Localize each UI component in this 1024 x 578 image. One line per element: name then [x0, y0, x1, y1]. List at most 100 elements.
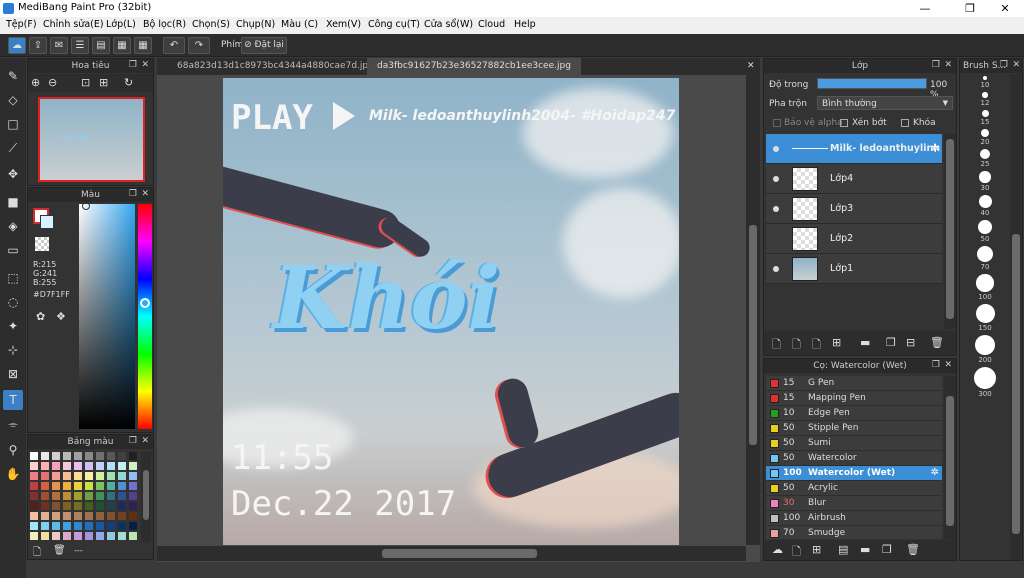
undock-icon[interactable]: ❐ — [129, 436, 137, 446]
pen-tool-icon[interactable]: ⟋ — [3, 138, 23, 158]
canvas-vertical-scrollbar[interactable] — [746, 75, 760, 545]
palette-swatch[interactable] — [107, 522, 115, 530]
palette-swatch[interactable] — [52, 462, 60, 470]
palette-swatch[interactable] — [107, 512, 115, 520]
palette-swatch[interactable] — [107, 472, 115, 480]
layers-scrollbar[interactable] — [944, 134, 956, 329]
palette-swatch[interactable] — [118, 472, 126, 480]
palette-swatch[interactable] — [85, 522, 93, 530]
palette-swatch[interactable] — [52, 472, 60, 480]
palette-swatch[interactable] — [63, 502, 71, 510]
palette-swatch[interactable] — [74, 462, 82, 470]
panel-close-icon[interactable]: ✕ — [141, 60, 149, 70]
panel-close-icon[interactable]: ✕ — [944, 360, 952, 370]
palette-swatch[interactable] — [63, 452, 71, 460]
tab-document-2[interactable]: da3fbc91627b23e36527882cb1ee3cee.jpg — [367, 58, 581, 75]
new-8bit-layer-icon[interactable]: 🗋 — [812, 336, 821, 355]
secondary-color-swatch[interactable] — [40, 215, 54, 229]
brush-item[interactable]: 50 Watercolor — [766, 451, 942, 466]
brush-item[interactable]: 100 Airbrush — [766, 511, 942, 526]
palette-swatch[interactable] — [85, 492, 93, 500]
layer-row[interactable]: Milk- ledoanthuylinh ✲ — [766, 134, 942, 164]
menu-filter[interactable]: Bộ lọc(R) — [143, 19, 186, 30]
palette-swatch[interactable] — [129, 462, 137, 470]
brush-size-dot[interactable] — [980, 128, 990, 137]
duplicate-layer-icon[interactable]: ❐ — [886, 336, 896, 349]
canvas-hscroll-thumb[interactable] — [382, 549, 537, 558]
brush-scroll-thumb[interactable] — [946, 396, 954, 526]
palette-swatch[interactable] — [96, 522, 104, 530]
layer-options-icon[interactable]: ⊞ — [832, 336, 841, 349]
palette-swatch[interactable] — [41, 482, 49, 490]
delete-swatch-icon[interactable]: 🗑 — [53, 545, 66, 556]
menu-help[interactable]: Help — [514, 19, 536, 30]
zoom-in-icon[interactable]: ⊕ — [31, 76, 40, 89]
palette-swatch[interactable] — [74, 502, 82, 510]
brush-item[interactable]: 100 Watercolor (Wet) ✲ — [766, 466, 942, 481]
palette-swatch[interactable] — [118, 512, 126, 520]
brush-item[interactable]: 15 G Pen — [766, 376, 942, 391]
grid-icon[interactable]: ▦ — [134, 37, 152, 54]
opacity-slider[interactable] — [817, 78, 927, 89]
palette-swatch[interactable] — [63, 522, 71, 530]
palette-swatch[interactable] — [107, 482, 115, 490]
merge-down-icon[interactable]: ⊟ — [906, 336, 915, 349]
palette-swatch[interactable] — [30, 462, 38, 470]
brush-size-scroll-thumb[interactable] — [1012, 234, 1020, 534]
menu-file[interactable]: Tệp(F) — [6, 19, 37, 30]
palette-swatch[interactable] — [74, 532, 82, 540]
palette-swatch[interactable] — [41, 532, 49, 540]
menu-cloud[interactable]: Cloud — [478, 19, 505, 30]
brush-item[interactable]: 50 Acrylic — [766, 481, 942, 496]
close-button[interactable]: ✕ — [990, 0, 1020, 17]
panel-close-icon[interactable]: ✕ — [141, 189, 149, 199]
visibility-eye-icon[interactable] — [773, 206, 779, 212]
palette-swatch[interactable] — [96, 492, 104, 500]
palette-swatch[interactable] — [30, 532, 38, 540]
duplicate-brush-icon[interactable]: ❐ — [882, 543, 892, 556]
panel-close-icon[interactable]: ✕ — [1012, 60, 1020, 70]
undock-icon[interactable]: ❐ — [1000, 60, 1008, 70]
magic-wand-tool-icon[interactable]: ✦ — [3, 316, 23, 336]
palette-swatch[interactable] — [96, 472, 104, 480]
eyedropper-tool-icon[interactable]: ⚲ — [3, 440, 23, 460]
brush-options-icon[interactable]: ⊞ — [812, 543, 821, 556]
color-picker-icon[interactable]: ❖ — [56, 310, 66, 323]
palette-swatch[interactable] — [30, 482, 38, 490]
palette-icon[interactable]: ✿ — [36, 310, 45, 323]
palette-swatch[interactable] — [85, 512, 93, 520]
menu-tools[interactable]: Công cụ(T) — [368, 19, 420, 30]
palette-swatch[interactable] — [96, 512, 104, 520]
undock-icon[interactable]: ❐ — [129, 189, 137, 199]
palette-swatch[interactable] — [96, 532, 104, 540]
palette-swatch[interactable] — [74, 482, 82, 490]
palette-swatch[interactable] — [96, 502, 104, 510]
move-tool-icon[interactable]: ✥ — [3, 164, 23, 184]
cloud-brush-icon[interactable]: ☁ — [772, 543, 783, 556]
palette-swatch[interactable] — [52, 452, 60, 460]
saturation-value-picker[interactable] — [79, 202, 135, 429]
palette-swatch[interactable] — [52, 512, 60, 520]
brush-item[interactable]: 15 Mapping Pen — [766, 391, 942, 406]
palette-swatch[interactable] — [107, 532, 115, 540]
add-brush-icon[interactable]: 🗋 — [792, 543, 801, 562]
brush-item[interactable]: 50 Sumi — [766, 436, 942, 451]
palette-swatch[interactable] — [118, 482, 126, 490]
brush-item[interactable]: 30 Blur — [766, 496, 942, 511]
transparent-color-swatch[interactable] — [35, 237, 49, 251]
reset-button[interactable]: ⊘ Đặt lại — [241, 37, 287, 54]
brush-size-dot[interactable] — [983, 76, 987, 80]
palette-swatch[interactable] — [63, 492, 71, 500]
lasso-tool-icon[interactable]: ◌ — [3, 292, 23, 312]
gear-icon[interactable]: ✲ — [931, 142, 940, 155]
menu-window[interactable]: Cửa sổ(W) — [424, 19, 473, 30]
brush-item[interactable]: 10 Edge Pen — [766, 406, 942, 421]
palette-scrollbar[interactable] — [141, 452, 151, 542]
menu-layer[interactable]: Lớp(L) — [106, 19, 136, 30]
brush-size-dot[interactable] — [974, 334, 996, 355]
brush-item[interactable]: 70 Smudge — [766, 526, 942, 539]
palette-swatch[interactable] — [85, 502, 93, 510]
gear-icon[interactable]: ✲ — [931, 467, 939, 478]
select-eraser-tool-icon[interactable]: ⊠ — [3, 364, 23, 384]
rectangle-tool-icon[interactable]: □ — [3, 114, 23, 134]
